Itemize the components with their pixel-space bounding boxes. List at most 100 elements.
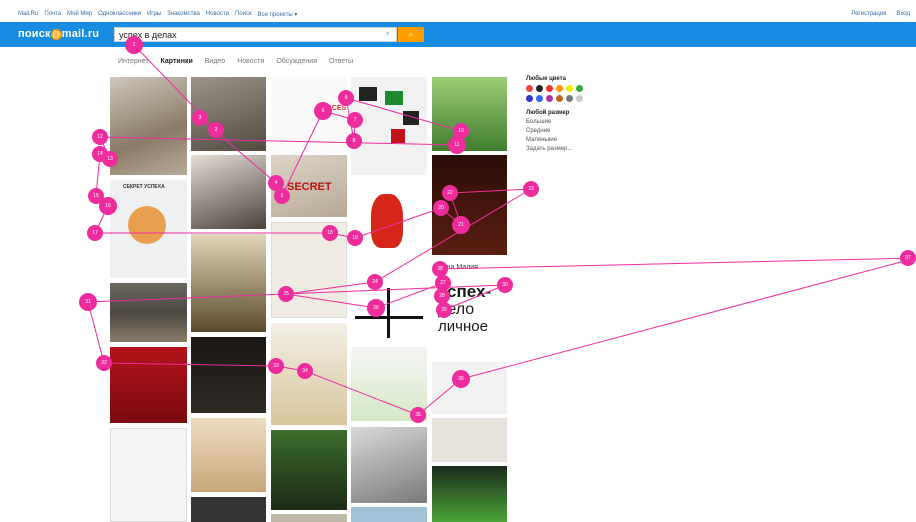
image-result[interactable] — [110, 77, 187, 175]
color-swatch[interactable] — [546, 95, 553, 102]
tab-answers[interactable]: Ответы — [329, 58, 353, 65]
size-option[interactable]: Средние — [526, 128, 616, 134]
gaze-fixation-dot: 30 — [497, 277, 513, 293]
search-box: × — [114, 27, 397, 42]
image-result[interactable] — [191, 155, 266, 229]
portal-link[interactable]: Поиск — [235, 11, 252, 18]
color-swatch[interactable] — [556, 95, 563, 102]
gaze-fixation-dot: 19 — [347, 230, 363, 246]
color-swatch[interactable] — [566, 95, 573, 102]
image-result[interactable] — [191, 418, 266, 492]
all-projects-menu[interactable]: Все проекты ▾ — [258, 11, 298, 18]
portal-link[interactable]: Знакомства — [167, 11, 200, 18]
gaze-fixation-dot: 21 — [452, 216, 470, 234]
color-swatch[interactable] — [536, 95, 543, 102]
gaze-saccade-line — [87, 301, 105, 364]
size-filter-title[interactable]: Любой размер — [526, 110, 616, 116]
color-swatches — [526, 85, 590, 102]
gaze-fixation-dot: 33 — [268, 358, 284, 374]
image-result[interactable] — [191, 234, 266, 332]
gaze-fixation-dot: 6 — [314, 102, 332, 120]
gaze-fixation-dot: 12 — [92, 129, 108, 145]
login-link[interactable]: Вход — [896, 11, 910, 17]
tab-internet[interactable]: Интернет — [118, 58, 149, 65]
gaze-fixation-dot: 20 — [433, 200, 449, 216]
color-swatch[interactable] — [566, 85, 573, 92]
image-result[interactable] — [110, 347, 187, 423]
image-result[interactable] — [191, 337, 266, 413]
image-result[interactable] — [351, 276, 427, 342]
gaze-fixation-dot: 31 — [79, 293, 97, 311]
image-result[interactable] — [110, 428, 187, 522]
image-result[interactable] — [110, 283, 187, 342]
gaze-fixation-dot: 3 — [192, 110, 208, 126]
gaze-saccade-line — [460, 257, 916, 380]
image-result[interactable]: SUCCES — [271, 77, 347, 151]
tab-news[interactable]: Новости — [237, 58, 264, 65]
portal-link[interactable]: Почта — [44, 11, 61, 18]
gaze-fixation-dot: 37 — [900, 250, 916, 266]
filters-panel: Любые цвета Любой размер Большие Средние… — [526, 76, 616, 155]
register-link[interactable]: Регистрация — [851, 11, 886, 17]
color-swatch[interactable] — [536, 85, 543, 92]
size-option[interactable]: Задать размер... — [526, 146, 616, 152]
color-swatch[interactable] — [526, 85, 533, 92]
image-result[interactable] — [191, 497, 266, 522]
color-swatch[interactable] — [576, 95, 583, 102]
gaze-fixation-dot: 24 — [367, 274, 383, 290]
gaze-fixation-dot: 35 — [410, 407, 426, 423]
color-swatch[interactable] — [546, 85, 553, 92]
image-result[interactable] — [271, 514, 347, 522]
portal-link[interactable]: Новости — [206, 11, 229, 18]
portal-link[interactable]: Одноклассники — [98, 11, 141, 18]
gaze-fixation-dot: 25 — [278, 286, 294, 302]
image-caption: SECRET — [287, 181, 332, 193]
size-option[interactable]: Большие — [526, 119, 616, 125]
image-caption: СЕКРЕТ УСПЕХА — [123, 184, 165, 190]
image-result[interactable] — [351, 507, 427, 522]
portal-link[interactable]: Игры — [147, 11, 161, 18]
logo-text-left: поиск — [18, 28, 51, 40]
gaze-fixation-dot: 26 — [367, 299, 385, 317]
gaze-fixation-dot: 22 — [442, 185, 458, 201]
gaze-fixation-dot: 8 — [346, 133, 362, 149]
tab-discussions[interactable]: Обсуждения — [276, 58, 317, 65]
gaze-fixation-dot: 32 — [96, 355, 112, 371]
color-swatch[interactable] — [526, 95, 533, 102]
portal-links: Mail.Ru Почта Мой Мир Одноклассники Игры… — [18, 11, 297, 18]
gaze-fixation-dot: 9 — [338, 90, 354, 106]
image-result[interactable] — [351, 77, 427, 175]
at-icon: @ — [50, 29, 62, 40]
image-result[interactable] — [432, 418, 507, 462]
gaze-fixation-dot: 36 — [452, 370, 470, 388]
image-result[interactable] — [432, 77, 507, 151]
size-option[interactable]: Маленькие — [526, 137, 616, 143]
image-result[interactable] — [351, 180, 427, 270]
gaze-fixation-dot: 16 — [99, 197, 117, 215]
gaze-fixation-dot: 2 — [208, 122, 224, 138]
logo[interactable]: поиск@ mail.ru — [18, 28, 99, 40]
logo-text-right: mail.ru — [61, 28, 100, 40]
clear-icon[interactable]: × — [385, 29, 390, 38]
top-navigation: Mail.Ru Почта Мой Мир Одноклассники Игры… — [0, 0, 916, 20]
gaze-fixation-dot: 34 — [297, 363, 313, 379]
tab-images[interactable]: Картинки — [161, 58, 193, 65]
image-result[interactable] — [432, 362, 507, 414]
image-result[interactable] — [271, 430, 347, 510]
gaze-fixation-dot: 5 — [274, 188, 290, 204]
search-input[interactable] — [115, 28, 375, 41]
color-swatch[interactable] — [556, 85, 563, 92]
image-result[interactable]: СЕКРЕТ УСПЕХА — [110, 180, 187, 278]
image-result[interactable] — [432, 466, 507, 522]
portal-link[interactable]: Mail.Ru — [18, 11, 38, 18]
search-tabs: Интернет Картинки Видео Новости Обсужден… — [118, 58, 353, 65]
color-swatch[interactable] — [576, 85, 583, 92]
image-caption: личное — [438, 318, 488, 335]
portal-link[interactable]: Мой Мир — [67, 11, 92, 18]
tab-video[interactable]: Видео — [205, 58, 225, 65]
gaze-fixation-dot: 17 — [87, 225, 103, 241]
gaze-fixation-dot: 7 — [347, 112, 363, 128]
search-button[interactable]: ⌕ — [398, 27, 424, 42]
image-result[interactable] — [351, 427, 427, 503]
color-filter-title[interactable]: Любые цвета — [526, 76, 616, 82]
